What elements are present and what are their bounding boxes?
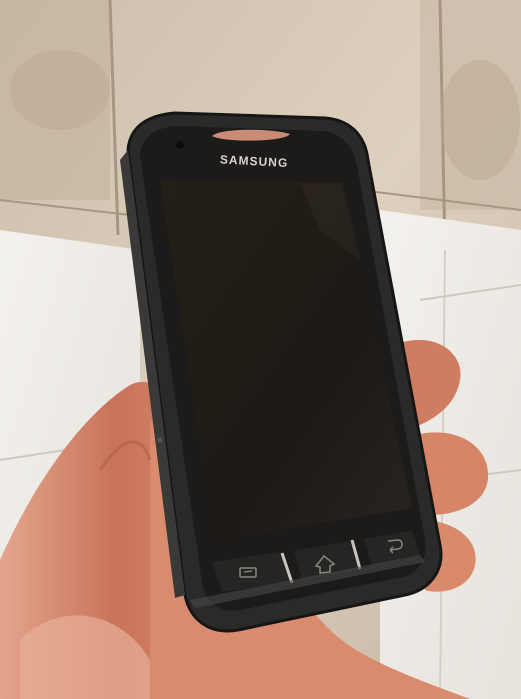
photo-canvas: SAMSUNG [0, 0, 521, 699]
side-screw [157, 437, 163, 443]
front-camera [176, 141, 184, 149]
photo-scene: SAMSUNG [0, 0, 521, 699]
